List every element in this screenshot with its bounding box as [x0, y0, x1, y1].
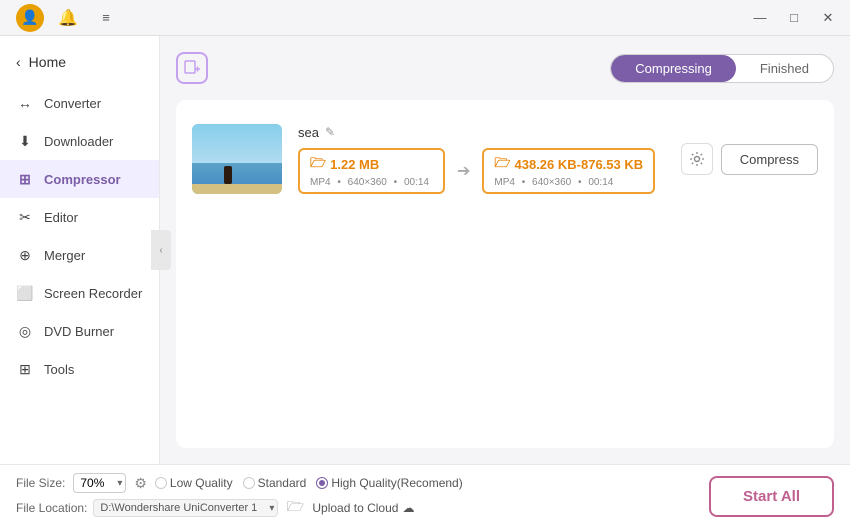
file-size-label: File Size:	[16, 476, 65, 490]
file-location-row: File Location: D:\Wondershare UniConvert…	[16, 497, 463, 519]
content-header: Compressing Finished	[176, 52, 834, 84]
tab-compressing[interactable]: Compressing	[611, 55, 736, 82]
maximize-btn[interactable]: □	[780, 4, 808, 32]
file-location-select-wrapper: D:\Wondershare UniConverter 1	[93, 499, 278, 517]
tools-label: Tools	[44, 362, 74, 377]
hamburger-btn[interactable]: ≡	[92, 4, 120, 32]
tab-finished[interactable]: Finished	[736, 55, 833, 82]
file-size-row: File Size: 70% 50% 30% 90% ⚙ Low Quality…	[16, 473, 463, 493]
compressor-label: Compressor	[44, 172, 121, 187]
edit-name-icon[interactable]: ✎	[325, 125, 335, 139]
back-arrow-icon: ‹	[16, 54, 21, 70]
quality-settings-icon: ⚙	[134, 475, 147, 492]
browse-folder-btn[interactable]: 🗁	[284, 497, 306, 519]
editor-icon: ✂	[16, 208, 34, 226]
file-info: sea ✎ 🗁 1.22 MB MP4 •	[298, 125, 665, 194]
quality-standard[interactable]: Standard	[243, 476, 307, 490]
folder-icon-comp: 🗁	[494, 154, 510, 176]
sidebar: ‹ Home ↔ Converter ⬇ Downloader ⊞ Compre…	[0, 36, 160, 464]
sidebar-collapse-btn[interactable]: ‹	[151, 230, 171, 270]
bottom-bar: File Size: 70% 50% 30% 90% ⚙ Low Quality…	[0, 464, 850, 527]
file-location-label: File Location:	[16, 501, 87, 515]
compressed-meta: MP4 • 640×360 • 00:14	[494, 177, 617, 188]
compressed-size-box: 🗁 438.26 KB-876.53 KB MP4 • 640×360 • 00…	[482, 148, 655, 194]
compressed-size-value: 🗁 438.26 KB-876.53 KB	[494, 154, 643, 176]
dvd-burner-icon: ◎	[16, 322, 34, 340]
add-file-icon	[176, 52, 208, 84]
start-all-button[interactable]: Start All	[709, 476, 834, 517]
merger-label: Merger	[44, 248, 85, 263]
minimize-btn[interactable]: —	[746, 4, 774, 32]
upload-cloud-label: Upload to Cloud	[312, 501, 398, 515]
sidebar-item-converter[interactable]: ↔ Converter	[0, 84, 159, 122]
app-body: ‹ Home ↔ Converter ⬇ Downloader ⊞ Compre…	[0, 36, 850, 464]
downloader-label: Downloader	[44, 134, 113, 149]
file-size-select[interactable]: 70% 50% 30% 90%	[73, 473, 126, 493]
quality-low[interactable]: Low Quality	[155, 476, 233, 490]
compress-actions: Compress	[681, 143, 818, 175]
home-label: Home	[29, 54, 66, 70]
merger-icon: ⊕	[16, 246, 34, 264]
quality-high[interactable]: High Quality(Recomend)	[316, 476, 462, 490]
original-meta: MP4 • 640×360 • 00:14	[310, 177, 433, 188]
quality-high-label: High Quality(Recomend)	[331, 476, 462, 490]
compress-button[interactable]: Compress	[721, 144, 818, 175]
user-avatar-btn[interactable]: 👤	[16, 4, 44, 32]
radio-low-circle	[155, 477, 167, 489]
upload-cloud-btn[interactable]: Upload to Cloud ☁	[312, 501, 414, 515]
folder-icon-orig: 🗁	[310, 154, 326, 176]
tab-switcher: Compressing Finished	[610, 54, 834, 83]
close-btn[interactable]: ✕	[814, 4, 842, 32]
converter-label: Converter	[44, 96, 101, 111]
original-size-box: 🗁 1.22 MB MP4 • 640×360 • 00:14	[298, 148, 445, 194]
window-controls: — □ ✕	[746, 4, 842, 32]
compress-settings-btn[interactable]	[681, 143, 713, 175]
sidebar-item-downloader[interactable]: ⬇ Downloader	[0, 122, 159, 160]
original-size-value: 🗁 1.22 MB	[310, 154, 379, 176]
sidebar-home[interactable]: ‹ Home	[0, 44, 159, 80]
table-row: sea ✎ 🗁 1.22 MB MP4 •	[192, 116, 818, 202]
cloud-icon: ☁	[402, 501, 414, 515]
editor-label: Editor	[44, 210, 78, 225]
sidebar-item-dvd-burner[interactable]: ◎ DVD Burner	[0, 312, 159, 350]
file-area: sea ✎ 🗁 1.22 MB MP4 •	[176, 100, 834, 448]
file-size-select-wrapper: 70% 50% 30% 90%	[73, 473, 126, 493]
arrow-right-icon: ➔	[457, 161, 470, 181]
file-location-select[interactable]: D:\Wondershare UniConverter 1	[93, 499, 278, 517]
file-sizes: 🗁 1.22 MB MP4 • 640×360 • 00:14	[298, 148, 665, 194]
file-name: sea	[298, 125, 319, 140]
notification-btn[interactable]: 🔔	[54, 4, 82, 32]
tools-icon: ⊞	[16, 360, 34, 378]
file-thumbnail	[192, 124, 282, 194]
quality-low-label: Low Quality	[170, 476, 233, 490]
dvd-burner-label: DVD Burner	[44, 324, 114, 339]
converter-icon: ↔	[16, 94, 34, 112]
titlebar-icons: 👤 🔔 ≡	[16, 4, 120, 32]
sidebar-item-screen-recorder[interactable]: ⬜ Screen Recorder	[0, 274, 159, 312]
bottom-left-panel: File Size: 70% 50% 30% 90% ⚙ Low Quality…	[16, 473, 463, 519]
screen-recorder-label: Screen Recorder	[44, 286, 142, 301]
compressor-icon: ⊞	[16, 170, 34, 188]
sidebar-item-compressor[interactable]: ⊞ Compressor	[0, 160, 159, 198]
file-name-row: sea ✎	[298, 125, 665, 140]
main-content: Compressing Finished sea ✎	[160, 36, 850, 464]
downloader-icon: ⬇	[16, 132, 34, 150]
sidebar-item-tools[interactable]: ⊞ Tools	[0, 350, 159, 388]
titlebar: 👤 🔔 ≡ — □ ✕	[0, 0, 850, 36]
sidebar-item-editor[interactable]: ✂ Editor	[0, 198, 159, 236]
add-file-btn[interactable]	[176, 52, 208, 84]
radio-standard-circle	[243, 477, 255, 489]
quality-standard-label: Standard	[258, 476, 307, 490]
sidebar-item-merger[interactable]: ⊕ Merger	[0, 236, 159, 274]
screen-recorder-icon: ⬜	[16, 284, 34, 302]
quality-options: Low Quality Standard High Quality(Recome…	[155, 476, 463, 490]
radio-high-circle	[316, 477, 328, 489]
